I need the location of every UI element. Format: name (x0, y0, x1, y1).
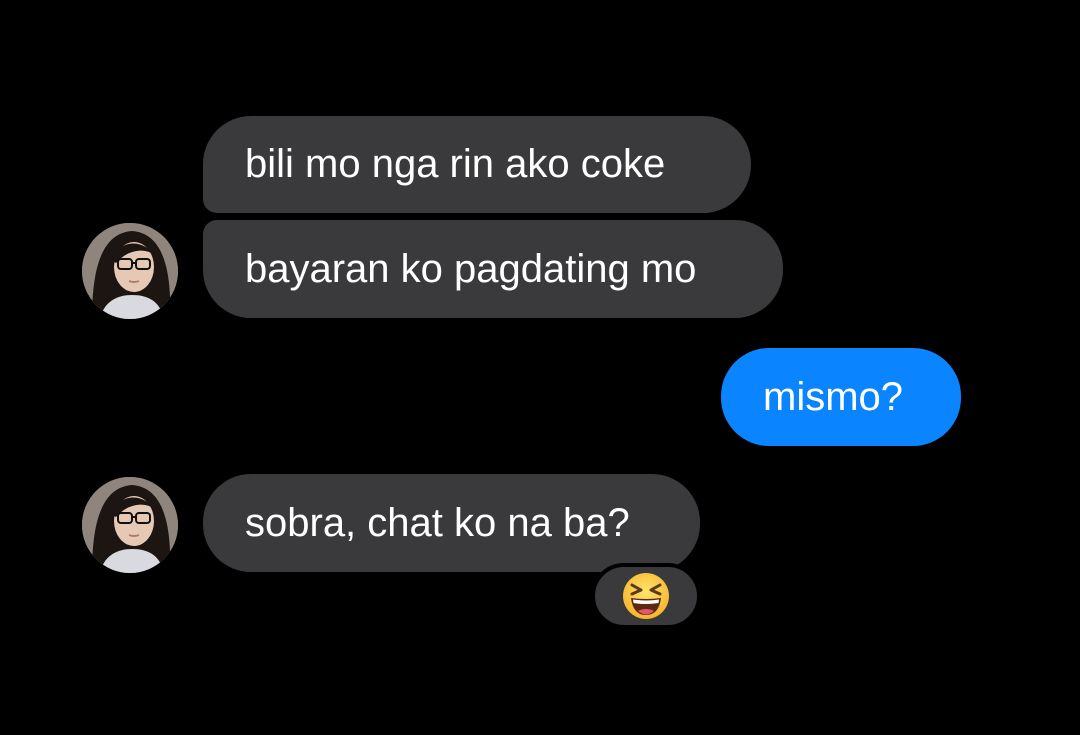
message-text: mismo? (763, 374, 904, 419)
outgoing-message-bubble[interactable]: mismo? (721, 348, 961, 446)
message-text: bayaran ko pagdating mo (245, 246, 697, 291)
profile-photo-icon (82, 223, 178, 319)
laughing-squinting-face-icon (623, 573, 669, 619)
message-reaction[interactable] (591, 563, 701, 629)
incoming-message-bubble[interactable]: bili mo nga rin ako coke (203, 116, 751, 213)
message-text: bili mo nga rin ako coke (245, 142, 666, 186)
incoming-message-bubble[interactable]: bayaran ko pagdating mo (203, 220, 783, 318)
incoming-message-bubble[interactable]: sobra, chat ko na ba? (203, 474, 700, 572)
avatar[interactable] (82, 223, 178, 319)
message-text: sobra, chat ko na ba? (245, 500, 630, 545)
avatar[interactable] (82, 477, 178, 573)
profile-photo-icon (82, 477, 178, 573)
